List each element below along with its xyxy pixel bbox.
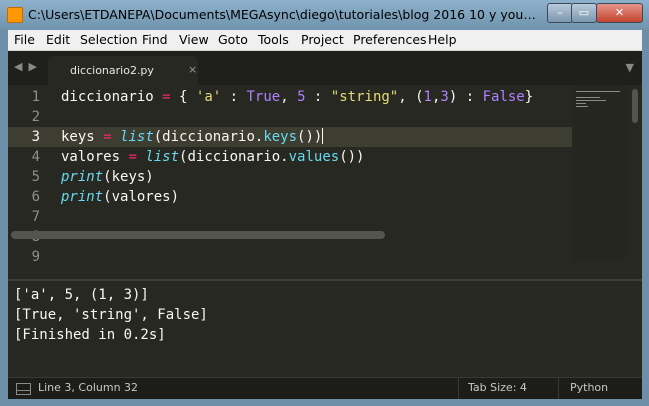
tab-dropdown-icon[interactable]: ▼ [626, 61, 634, 74]
tab-bar: ◀▶ diccionario2.py × ▼ [8, 51, 642, 85]
minimap-line [576, 106, 588, 107]
line-number: 5 [31, 169, 40, 185]
menu-preferences[interactable]: Preferences [353, 32, 427, 47]
tab-diccionario2[interactable]: diccionario2.py × [48, 56, 198, 85]
build-output-panel[interactable]: ['a', 5, (1, 3)] [True, 'string', False]… [8, 281, 642, 375]
status-separator [558, 378, 559, 399]
tab-label: diccionario2.py [70, 64, 154, 77]
menu-goto[interactable]: Goto [218, 32, 248, 47]
tab-nav-arrows-icon[interactable]: ◀▶ [14, 60, 43, 73]
syntax-indicator[interactable]: Python [570, 381, 608, 394]
minimap-line [576, 97, 600, 98]
title-bar[interactable]: C:\Users\ETDANEPA\Documents\MEGAsync\die… [0, 0, 649, 30]
minimap-line [576, 91, 620, 92]
menu-view[interactable]: View [179, 32, 209, 47]
maximize-button[interactable]: ▭ [571, 3, 597, 23]
menu-file[interactable]: File [14, 32, 35, 47]
code-line-3: keys = list(diccionario.keys()) [61, 128, 324, 145]
text-caret [322, 128, 324, 144]
minimap-line [576, 100, 606, 101]
line-number: 1 [31, 89, 40, 105]
status-bar: Line 3, Column 32 Tab Size: 4 Python [8, 377, 642, 399]
code-line-5: print(keys) [61, 169, 154, 185]
status-separator [458, 378, 459, 399]
cursor-position: Line 3, Column 32 [38, 381, 139, 394]
menu-project[interactable]: Project [301, 32, 344, 47]
vertical-scrollbar[interactable] [628, 85, 642, 261]
line-number: 7 [31, 209, 40, 225]
minimap[interactable] [572, 85, 626, 261]
sublime-text-icon [7, 7, 23, 23]
horizontal-scroll-thumb[interactable] [11, 231, 385, 239]
tab-close-icon[interactable]: × [188, 63, 197, 76]
minimize-button[interactable]: – [547, 3, 573, 23]
menu-help[interactable]: Help [428, 32, 457, 47]
output-line: [Finished in 0.2s] [14, 327, 166, 343]
panel-toggle-icon[interactable] [16, 383, 31, 395]
menu-edit[interactable]: Edit [46, 32, 70, 47]
code-line-6: print(valores) [61, 189, 180, 205]
code-line-1: diccionario = { 'a' : True, 5 : "string"… [61, 89, 534, 105]
output-line: ['a', 5, (1, 3)] [14, 287, 149, 303]
output-line: [True, 'string', False] [14, 307, 208, 323]
line-number: 9 [31, 249, 40, 261]
menu-selection[interactable]: Selection [80, 32, 138, 47]
line-number: 4 [31, 149, 40, 165]
editor-client: ◀▶ diccionario2.py × ▼ 1 2 3 4 5 6 7 8 9… [8, 51, 642, 399]
vertical-scroll-thumb[interactable] [632, 89, 638, 123]
tab-size-indicator[interactable]: Tab Size: 4 [468, 381, 527, 394]
menu-tools[interactable]: Tools [258, 32, 289, 47]
menu-find[interactable]: Find [142, 32, 168, 47]
window-title: C:\Users\ETDANEPA\Documents\MEGAsync\die… [28, 7, 540, 22]
code-line-4: valores = list(diccionario.values()) [61, 149, 365, 165]
line-number: 2 [31, 109, 40, 125]
close-button[interactable]: ✕ [596, 3, 643, 23]
line-number: 3 [31, 129, 40, 145]
menu-bar: File Edit Selection Find View Goto Tools… [8, 30, 642, 51]
app-window: C:\Users\ETDANEPA\Documents\MEGAsync\die… [0, 0, 649, 406]
minimap-line [576, 103, 586, 104]
line-number: 6 [31, 189, 40, 205]
